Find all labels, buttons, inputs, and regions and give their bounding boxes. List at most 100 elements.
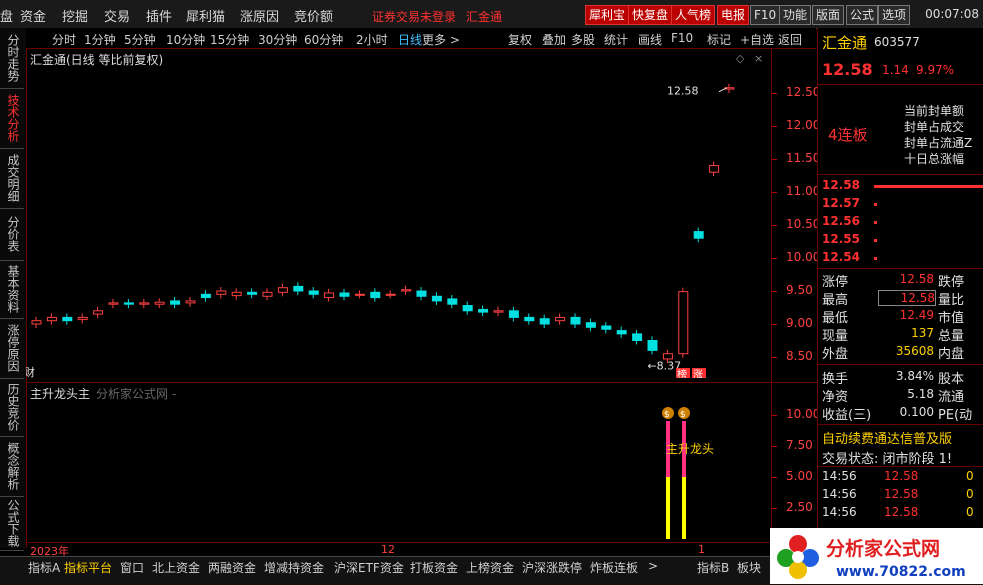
left-tab-8[interactable]: 公式下载 (0, 496, 24, 551)
trade-state: 交易状态: 闭市阶段 1! (822, 452, 953, 467)
top-button-2[interactable]: 人气榜 (671, 5, 716, 25)
ylabel: 5.00 (786, 469, 813, 483)
bottom-tab-8[interactable]: 上榜资金 (466, 559, 514, 576)
top-button-4[interactable]: F10 (750, 5, 781, 25)
left-tab-3[interactable]: 分价表 (0, 208, 24, 261)
menu-item-3[interactable]: 交易 (104, 6, 130, 25)
menu-item-4[interactable]: 插件 (146, 6, 172, 25)
bottom-tab-3[interactable]: 北上资金 (152, 559, 200, 576)
candle (601, 325, 612, 330)
xaxis-end: 1 (698, 543, 705, 556)
tool-3[interactable]: 统计 (604, 31, 628, 48)
ind-bar-bottom (682, 477, 686, 539)
period-9[interactable]: 更多 > (422, 31, 460, 48)
period-2[interactable]: 5分钟 (124, 31, 156, 48)
menu-item-6[interactable]: 涨原因 (240, 6, 279, 25)
quote-val-4: 35608 (895, 344, 934, 358)
candle (524, 316, 535, 322)
tool-2[interactable]: 多股 (571, 31, 595, 48)
candle (123, 302, 134, 305)
tool-1[interactable]: 叠加 (542, 31, 566, 48)
candle (585, 322, 596, 328)
board-info-3: 十日总涨幅 (904, 152, 965, 166)
left-tab-7[interactable]: 概念解析 (0, 436, 24, 497)
tool-4[interactable]: 画线 (638, 31, 662, 48)
logo-text: 分析家公式网 (826, 537, 940, 560)
left-tab-6[interactable]: 历史竞价 (0, 378, 24, 437)
bottom-tab-5[interactable]: 增减持资金 (264, 559, 324, 576)
bottom-tab-0[interactable]: 指标A (28, 559, 60, 576)
left-tab-4[interactable]: 基本资料 (0, 260, 24, 319)
bottom-tab-2[interactable]: 窗口 (120, 559, 144, 576)
candle (662, 353, 673, 360)
menu-item-7[interactable]: 竞价额 (294, 6, 333, 25)
period-0[interactable]: 分时 (52, 31, 76, 48)
left-tab-5[interactable]: 涨停原因 (0, 318, 24, 379)
tool-6[interactable]: 标记 (707, 31, 731, 48)
top-button-7[interactable]: 公式 (846, 5, 879, 25)
left-tab-2[interactable]: 成交明细 (0, 148, 24, 209)
top-button-3[interactable]: 电报 (717, 5, 750, 25)
period-1[interactable]: 1分钟 (84, 31, 116, 48)
tool-7[interactable]: +自选 (740, 31, 774, 48)
ytick (772, 93, 777, 94)
menu-item-0[interactable]: 盘 (0, 6, 13, 25)
period-7[interactable]: 2小时 (356, 31, 388, 48)
top-button-1[interactable]: 快复盘 (628, 5, 673, 25)
period-3[interactable]: 10分钟 (166, 31, 205, 48)
quote-key-4: 外盘 (822, 347, 849, 362)
kline-chart[interactable]: 12.58←8.37财榜涨◇ × (26, 48, 771, 378)
quote-val-2: 12.49 (899, 308, 934, 322)
candle (62, 316, 73, 322)
ask-price-1: 12.57 (822, 196, 860, 210)
ytick (772, 159, 777, 160)
ylabel: 11.50 (786, 151, 821, 165)
divider (818, 466, 983, 467)
price-pct: 9.97% (916, 63, 955, 77)
candle (46, 316, 57, 322)
top-button-6[interactable]: 版面 (812, 5, 845, 25)
divider (818, 424, 983, 425)
money-bag-icon: $ (664, 410, 670, 420)
bottom-tab-1[interactable]: 指标平台 (64, 559, 112, 576)
login-status[interactable]: 证券交易未登录 (372, 8, 456, 25)
stock-link[interactable]: 汇金通 (466, 8, 502, 25)
period-5[interactable]: 30分钟 (258, 31, 297, 48)
tool-8[interactable]: 返回 (778, 31, 802, 48)
ylabel: 9.50 (786, 283, 813, 297)
quote2-key-2: 收益(三) (822, 408, 872, 423)
period-8[interactable]: 日线 (398, 31, 422, 48)
bottom-tab-7[interactable]: 打板资金 (410, 559, 458, 576)
bottom-tab-11[interactable]: > (648, 559, 658, 573)
candle (185, 300, 196, 304)
left-tab-1[interactable]: 技术分析 (0, 88, 24, 149)
top-button-5[interactable]: 功能 (779, 5, 812, 25)
period-4[interactable]: 15分钟 (210, 31, 249, 48)
bottom-tab-6[interactable]: 沪深ETF资金 (334, 559, 404, 576)
bottom-tab-9[interactable]: 沪深涨跌停 (522, 559, 582, 576)
bottom-right-tab-1[interactable]: 板块 (737, 559, 761, 576)
tool-0[interactable]: 复权 (508, 31, 532, 48)
badge-bang-text: 榜 (677, 368, 687, 378)
menu-item-5[interactable]: 犀利猫 (186, 6, 225, 25)
menu-item-1[interactable]: 资金 (20, 6, 46, 25)
ask-price-2: 12.56 (822, 214, 860, 228)
candle (262, 291, 273, 297)
bottom-tab-10[interactable]: 炸板连板 (590, 559, 638, 576)
top-button-8[interactable]: 选项 (878, 5, 911, 25)
quote-key2-3: 总量 (938, 329, 965, 344)
bottom-tab-4[interactable]: 两融资金 (208, 559, 256, 576)
close-icon[interactable]: × (754, 52, 763, 65)
candle (308, 290, 319, 295)
tool-5[interactable]: F10 (671, 31, 693, 45)
candle (401, 289, 412, 292)
menu-item-2[interactable]: 挖掘 (62, 6, 88, 25)
bottom-right-tab-0[interactable]: 指标B (697, 559, 729, 576)
candle (678, 291, 689, 355)
candle (77, 316, 88, 320)
indicator-chart[interactable]: $ $ 主升龙头 (26, 382, 771, 543)
diamond-icon[interactable]: ◇ (736, 52, 745, 65)
top-button-0[interactable]: 犀利宝 (585, 5, 630, 25)
period-6[interactable]: 60分钟 (304, 31, 343, 48)
left-tab-0[interactable]: 分时走势 (0, 28, 24, 89)
